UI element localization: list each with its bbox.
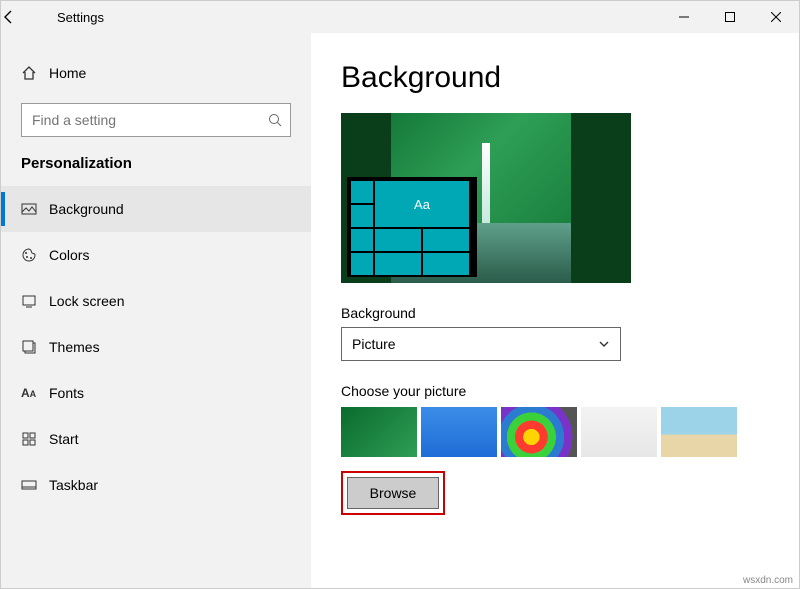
- picture-icon: [21, 201, 49, 217]
- background-preview: Aa: [341, 113, 631, 283]
- picture-thumb[interactable]: [501, 407, 577, 457]
- search-box[interactable]: [21, 103, 291, 137]
- chevron-down-icon: [598, 338, 610, 350]
- start-menu-preview: Aa: [347, 177, 477, 277]
- start-icon: [21, 431, 49, 447]
- nav-label: Themes: [49, 339, 100, 355]
- browse-label: Browse: [370, 485, 417, 501]
- window-title: Settings: [49, 10, 661, 25]
- nav-themes[interactable]: Themes: [1, 324, 311, 370]
- palette-icon: [21, 247, 49, 263]
- nav-colors[interactable]: Colors: [1, 232, 311, 278]
- watermark: wsxdn.com: [743, 575, 793, 586]
- back-button[interactable]: [1, 9, 49, 25]
- nav-background[interactable]: Background: [1, 186, 311, 232]
- nav-label: Start: [49, 431, 79, 447]
- nav-label: Colors: [49, 247, 89, 263]
- lock-screen-icon: [21, 293, 49, 309]
- nav-label: Background: [49, 201, 124, 217]
- nav-label: Taskbar: [49, 477, 98, 493]
- minimize-button[interactable]: [661, 1, 707, 33]
- fonts-icon: AA: [21, 386, 49, 400]
- home-label: Home: [49, 65, 86, 81]
- title-bar: Settings: [1, 1, 799, 33]
- picture-thumbnails: [341, 407, 769, 457]
- dropdown-value: Picture: [352, 336, 396, 352]
- browse-button[interactable]: Browse: [347, 477, 439, 509]
- search-icon: [268, 113, 282, 127]
- browse-highlight: Browse: [341, 471, 445, 515]
- content-pane: Background Aa Background Picture Choos: [311, 33, 799, 588]
- picture-thumb[interactable]: [341, 407, 417, 457]
- picture-thumb[interactable]: [421, 407, 497, 457]
- themes-icon: [21, 339, 49, 355]
- choose-picture-label: Choose your picture: [341, 383, 769, 399]
- nav-label: Fonts: [49, 385, 84, 401]
- close-button[interactable]: [753, 1, 799, 33]
- background-label: Background: [341, 305, 769, 321]
- preview-sample-text: Aa: [375, 181, 469, 227]
- picture-thumb[interactable]: [661, 407, 737, 457]
- sidebar: Home Personalization Background Colors: [1, 33, 311, 588]
- maximize-button[interactable]: [707, 1, 753, 33]
- home-nav[interactable]: Home: [1, 53, 311, 93]
- nav-fonts[interactable]: AA Fonts: [1, 370, 311, 416]
- nav-taskbar[interactable]: Taskbar: [1, 462, 311, 508]
- nav-label: Lock screen: [49, 293, 124, 309]
- taskbar-icon: [21, 477, 49, 493]
- page-heading: Background: [341, 61, 769, 95]
- search-input[interactable]: [30, 111, 268, 129]
- nav-start[interactable]: Start: [1, 416, 311, 462]
- category-label: Personalization: [1, 149, 311, 186]
- background-type-dropdown[interactable]: Picture: [341, 327, 621, 361]
- home-icon: [21, 65, 49, 81]
- nav-lock-screen[interactable]: Lock screen: [1, 278, 311, 324]
- picture-thumb[interactable]: [581, 407, 657, 457]
